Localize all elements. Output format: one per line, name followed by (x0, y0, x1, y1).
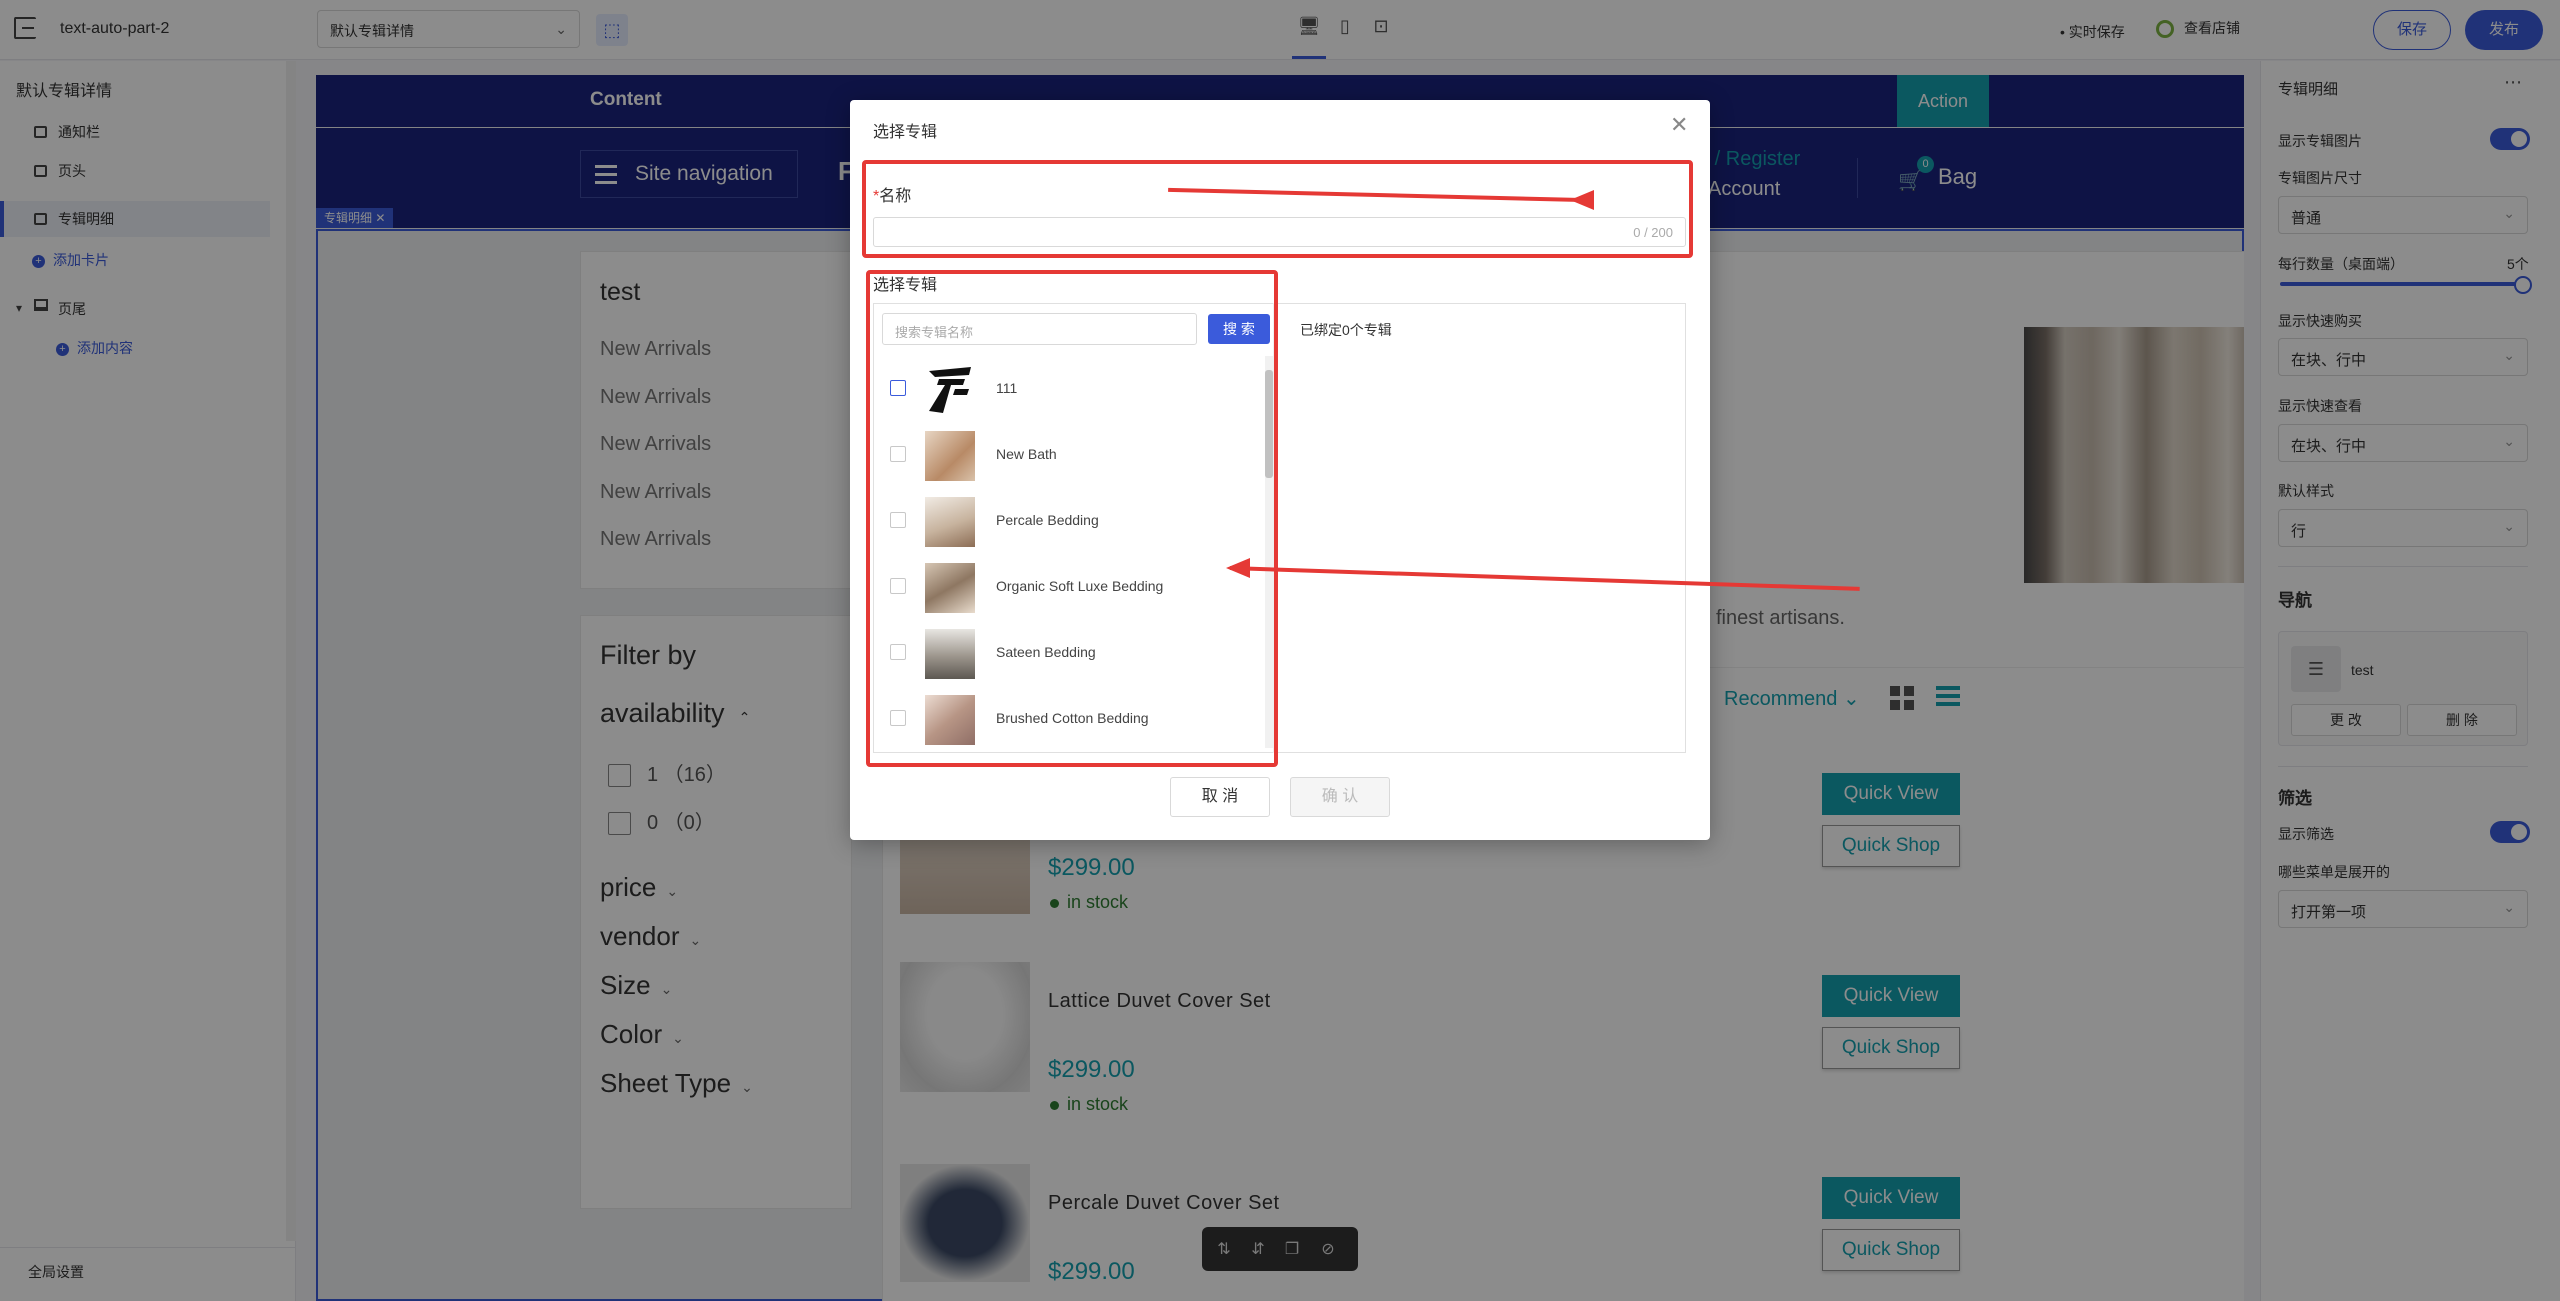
annotation-box (862, 160, 1693, 258)
arrow-head (1226, 558, 1250, 578)
annotation-box (866, 270, 1278, 767)
confirm-button[interactable]: 确 认 (1290, 777, 1390, 817)
arrow-head (1570, 190, 1594, 210)
cancel-button[interactable]: 取 消 (1170, 777, 1270, 817)
modal-title: 选择专辑 (873, 124, 938, 141)
bound-count: 已绑定0个专辑 (1300, 322, 1392, 338)
close-icon[interactable]: ✕ (1670, 112, 1688, 138)
